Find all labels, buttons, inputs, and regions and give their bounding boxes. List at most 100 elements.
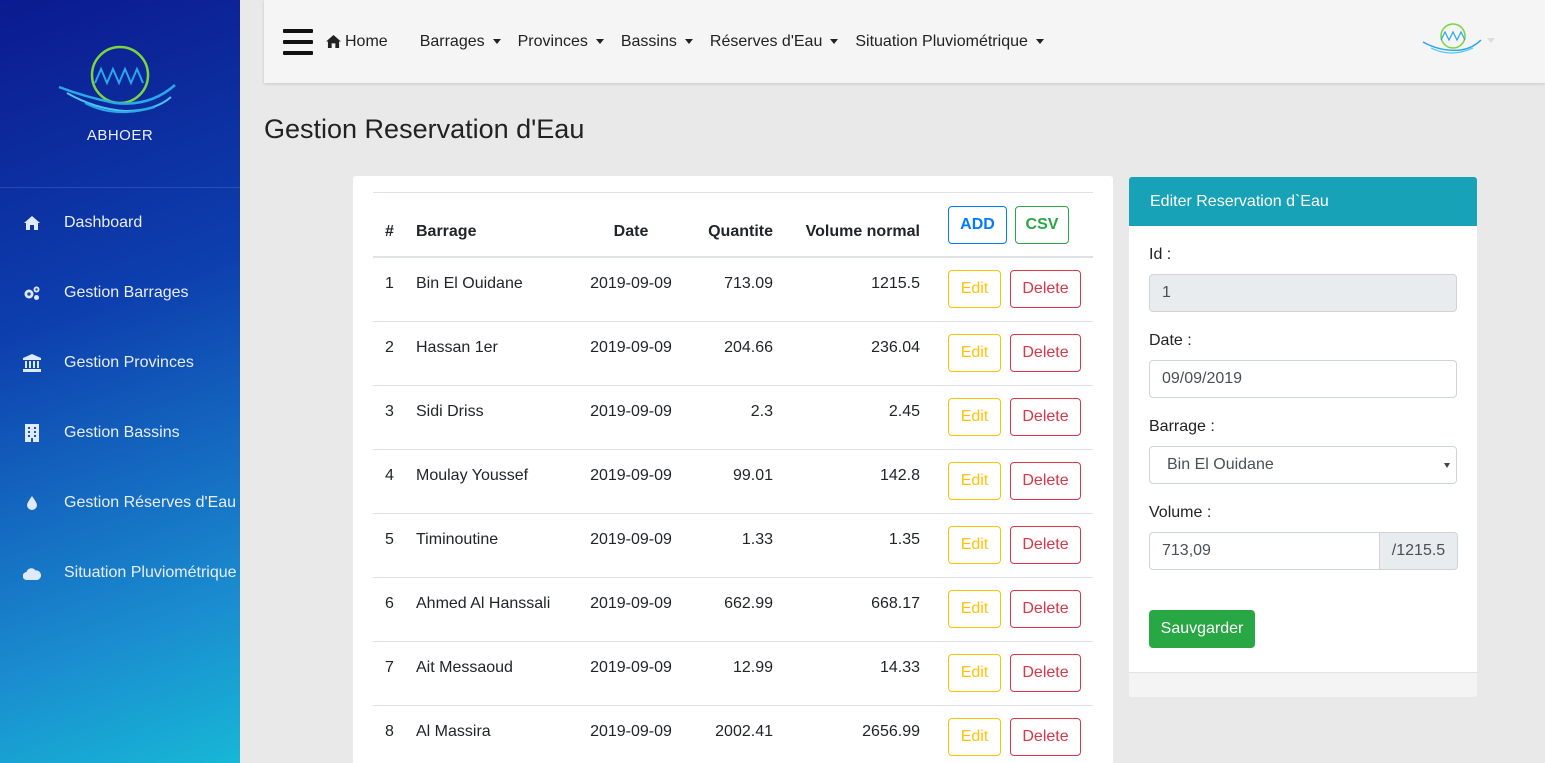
sidebar-menu: Dashboard Gestion Barrages Gestion Provi… — [0, 188, 240, 608]
cell-barrage: Timinoutine — [416, 513, 581, 578]
nav-menu-pluviometrie[interactable]: Situation Pluviométrique — [855, 33, 1044, 51]
cell-volume: 236.04 — [773, 321, 920, 386]
cell-barrage: Sidi Driss — [416, 385, 581, 450]
volume-field[interactable]: 713,09 — [1149, 532, 1380, 570]
cell-volume: 14.33 — [773, 641, 920, 706]
col-header-volume: Volume normal — [773, 193, 920, 258]
sidebar: ABHOER Dashboard Gestion Barrages Gestio… — [0, 0, 240, 763]
cell-quantite: 662.99 — [681, 577, 773, 642]
nav-menu-barrages[interactable]: Barrages — [420, 33, 501, 51]
sidebar-item-dashboard[interactable]: Dashboard — [0, 188, 240, 258]
cell-num: 6 — [373, 577, 416, 642]
edit-button[interactable]: Edit — [948, 525, 1001, 564]
id-label: Id : — [1149, 246, 1172, 263]
reservations-table-card: # Barrage Date Quantite Volume normal AD… — [353, 176, 1113, 763]
bank-icon — [22, 353, 42, 373]
cell-volume: 142.8 — [773, 449, 920, 514]
caret-down-icon — [684, 39, 693, 44]
cell-volume: 2.45 — [773, 385, 920, 450]
cell-volume: 2656.99 — [773, 705, 920, 763]
cell-date: 2019-09-09 — [581, 705, 681, 763]
cell-actions: Edit Delete — [920, 577, 1093, 642]
abhoer-logo-icon — [58, 45, 176, 114]
cell-volume: 1.35 — [773, 513, 920, 578]
edit-button[interactable]: Edit — [948, 397, 1001, 436]
cloud-icon — [22, 563, 42, 583]
caret-down-icon — [830, 39, 839, 44]
table-row: 8 Al Massira 2019-09-09 2002.41 2656.99 Edit D… — [373, 705, 1093, 763]
table-row: 4 Moulay Youssef 2019-09-09 99.01 142.8 Edit D… — [373, 449, 1093, 514]
edit-card-footer — [1129, 672, 1477, 697]
nav-menu-label: Bassins — [620, 32, 677, 50]
cell-actions: Edit Delete — [920, 449, 1093, 514]
cell-barrage: Moulay Youssef — [416, 449, 581, 514]
date-field[interactable]: 09/09/2019 — [1149, 360, 1457, 398]
page-title: Gestion Reservation d'Eau — [264, 114, 585, 144]
table-row: 2 Hassan 1er 2019-09-09 204.66 236.04 Edit Del… — [373, 321, 1093, 386]
delete-button[interactable]: Delete — [1010, 461, 1081, 500]
cell-quantite: 204.66 — [681, 321, 773, 386]
sidebar-item-reserves[interactable]: Gestion Réserves d'Eau — [0, 468, 240, 538]
cell-actions: Edit Delete — [920, 321, 1093, 386]
delete-button[interactable]: Delete — [1010, 589, 1081, 628]
edit-button[interactable]: Edit — [948, 717, 1001, 756]
sidebar-item-bassins[interactable]: Gestion Bassins — [0, 398, 240, 468]
water-drop-icon — [22, 493, 42, 513]
sidebar-item-label: Gestion Provinces — [64, 354, 194, 371]
cell-quantite: 99.01 — [681, 449, 773, 514]
abhoer-logo-small-icon — [1422, 23, 1482, 54]
date-label: Date : — [1149, 332, 1192, 349]
csv-export-button[interactable]: CSV — [1015, 206, 1069, 244]
cell-num: 1 — [373, 257, 416, 322]
select-arrow-icon — [1444, 463, 1450, 468]
delete-button[interactable]: Delete — [1010, 653, 1081, 692]
table-row: 3 Sidi Driss 2019-09-09 2.3 2.45 Edit Delete — [373, 385, 1093, 450]
nav-home-link[interactable]: Home — [326, 33, 388, 51]
delete-button[interactable]: Delete — [1010, 397, 1081, 436]
logo-text: ABHOER — [86, 127, 154, 144]
sidebar-item-label: Dashboard — [64, 214, 143, 231]
cell-date: 2019-09-09 — [581, 513, 681, 578]
delete-button[interactable]: Delete — [1010, 270, 1081, 308]
add-button[interactable]: ADD — [948, 206, 1007, 244]
volume-input-group: 713,09 /1215.5 — [1149, 532, 1458, 570]
cell-volume: 668.17 — [773, 577, 920, 642]
nav-menu-provinces[interactable]: Provinces — [518, 33, 604, 51]
gears-icon — [22, 283, 42, 303]
col-header-actions: ADD CSV — [920, 193, 1093, 258]
cell-actions: Edit Delete — [920, 705, 1093, 763]
edit-button[interactable]: Edit — [948, 589, 1001, 628]
edit-button[interactable]: Edit — [948, 653, 1001, 692]
edit-card-title: Editer Reservation d`Eau — [1129, 177, 1477, 226]
id-field: 1 — [1149, 274, 1457, 312]
cell-actions: Edit Delete — [920, 641, 1093, 706]
caret-down-icon — [595, 39, 604, 44]
cell-date: 2019-09-09 — [581, 641, 681, 706]
edit-button[interactable]: Edit — [948, 270, 1001, 308]
barrage-select[interactable]: Bin El Ouidane — [1149, 446, 1457, 484]
nav-menu-reserves[interactable]: Réserves d'Eau — [710, 33, 839, 51]
cell-num: 3 — [373, 385, 416, 450]
delete-button[interactable]: Delete — [1010, 333, 1081, 372]
sidebar-item-provinces[interactable]: Gestion Provinces — [0, 328, 240, 398]
col-header-quantite: Quantite — [681, 193, 773, 258]
sidebar-item-pluviometrie[interactable]: Situation Pluviométrique — [0, 538, 240, 608]
nav-menu-bassins[interactable]: Bassins — [621, 33, 693, 51]
sidebar-logo[interactable]: ABHOER — [0, 0, 240, 188]
sidebar-item-barrages[interactable]: Gestion Barrages — [0, 258, 240, 328]
menu-toggle-icon[interactable] — [283, 28, 313, 55]
save-button[interactable]: Sauvgarder — [1149, 610, 1255, 648]
cell-num: 4 — [373, 449, 416, 514]
user-menu[interactable] — [1421, 22, 1495, 58]
cell-quantite: 1.33 — [681, 513, 773, 578]
edit-button[interactable]: Edit — [948, 333, 1001, 372]
volume-max-addon: /1215.5 — [1380, 532, 1458, 570]
cell-actions: Edit Delete — [920, 385, 1093, 450]
cell-quantite: 2002.41 — [681, 705, 773, 763]
cell-num: 7 — [373, 641, 416, 706]
nav-menu-label: Situation Pluviométrique — [855, 32, 1028, 50]
delete-button[interactable]: Delete — [1010, 525, 1081, 564]
edit-button[interactable]: Edit — [948, 461, 1001, 500]
cell-barrage: Al Massira — [416, 705, 581, 763]
delete-button[interactable]: Delete — [1010, 717, 1081, 756]
